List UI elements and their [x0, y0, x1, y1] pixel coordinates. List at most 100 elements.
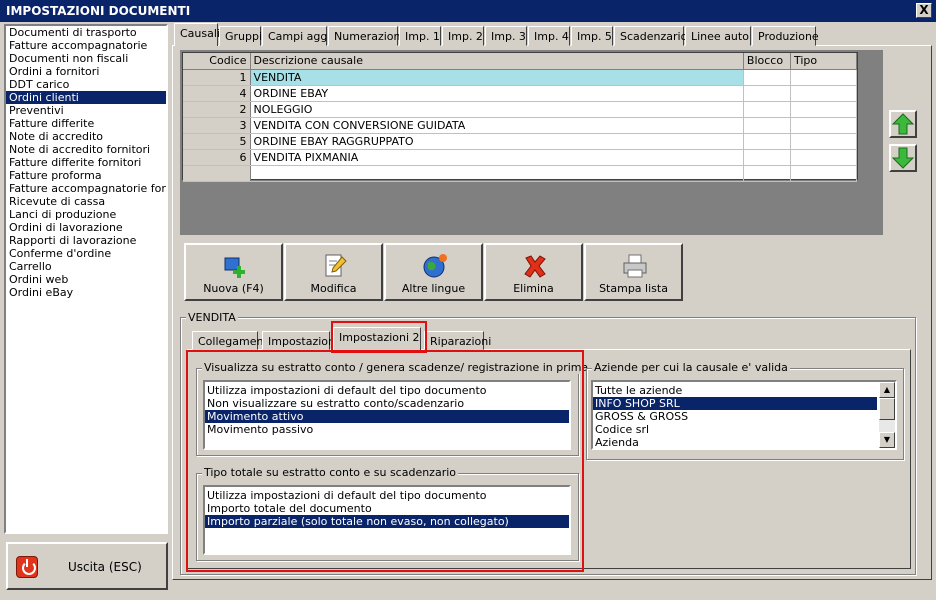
scroll-thumb[interactable]	[879, 398, 895, 420]
block-cell[interactable]	[743, 85, 791, 102]
col-header-type[interactable]: Tipo	[790, 53, 858, 70]
scroll-up-icon[interactable]: ▲	[879, 382, 895, 398]
description-cell[interactable]	[250, 165, 744, 182]
delete-x-icon	[524, 255, 546, 278]
new-button[interactable]: Nuova (F4)	[184, 243, 283, 301]
new-item-icon	[224, 257, 245, 278]
document-type-item[interactable]: Ordini eBay	[6, 286, 166, 299]
languages-button[interactable]: Altre lingue	[384, 243, 483, 301]
tab-numerazioni[interactable]: Numerazioni	[328, 26, 404, 46]
type-cell[interactable]	[790, 149, 858, 166]
document-type-item[interactable]: Fatture differite	[6, 117, 166, 130]
table-row[interactable]: 3 VENDITA CON CONVERSIONE GUIDATA	[183, 117, 858, 134]
block-cell[interactable]	[743, 165, 791, 182]
type-cell[interactable]	[790, 165, 858, 182]
type-cell[interactable]	[790, 133, 858, 150]
description-cell[interactable]: VENDITA	[250, 69, 744, 86]
table-row[interactable]: 6 VENDITA PIXMANIA	[183, 149, 858, 166]
document-type-item[interactable]: Documenti non fiscali	[6, 52, 166, 65]
tab-imp-4[interactable]: Imp. 4	[528, 26, 570, 46]
list-item[interactable]: Azienda	[593, 436, 877, 449]
list-item[interactable]: Codice srl	[593, 423, 877, 436]
col-header-code[interactable]: Codice	[183, 53, 251, 70]
document-type-item[interactable]: Conferme d'ordine	[6, 247, 166, 260]
list-item[interactable]: GROSS & GROSS	[593, 410, 877, 423]
col-header-block[interactable]: Blocco	[743, 53, 791, 70]
exit-button[interactable]: Uscita (ESC)	[6, 542, 168, 590]
document-type-item[interactable]: Note di accredito fornitori	[6, 143, 166, 156]
document-type-item[interactable]: Fatture accompagnatorie fornito	[6, 182, 166, 195]
description-cell[interactable]: ORDINE EBAY RAGGRUPPATO	[250, 133, 744, 150]
highlight-tab-outline	[331, 321, 427, 353]
document-type-item[interactable]: Fatture accompagnatorie	[6, 39, 166, 52]
tab-imp-1[interactable]: Imp. 1	[399, 26, 441, 46]
document-type-item[interactable]: Rapporti di lavorazione	[6, 234, 166, 247]
tab-imp-5[interactable]: Imp. 5	[571, 26, 613, 46]
description-cell[interactable]: VENDITA PIXMANIA	[250, 149, 744, 166]
document-type-item[interactable]: Lanci di produzione	[6, 208, 166, 221]
code-cell: 6	[183, 149, 251, 166]
document-type-item[interactable]: Fatture proforma	[6, 169, 166, 182]
block-cell[interactable]	[743, 69, 791, 86]
document-type-item[interactable]: Ricevute di cassa	[6, 195, 166, 208]
tab-produzione[interactable]: Produzione	[752, 26, 819, 46]
print-list-button-label: Stampa lista	[599, 282, 668, 295]
close-button[interactable]: X	[916, 3, 932, 18]
document-type-item[interactable]: Note di accredito	[6, 130, 166, 143]
block-cell[interactable]	[743, 101, 791, 118]
causali-grid[interactable]: Codice Descrizione causale Blocco Tipo 1…	[182, 52, 858, 182]
type-cell[interactable]	[790, 117, 858, 134]
scroll-down-icon[interactable]: ▼	[879, 432, 895, 448]
table-row[interactable]: 5 ORDINE EBAY RAGGRUPPATO	[183, 133, 858, 150]
table-row[interactable]: 4 ORDINE EBAY	[183, 85, 858, 102]
tab-causali[interactable]: Causali	[174, 23, 220, 46]
move-down-button[interactable]	[889, 144, 917, 172]
document-type-item[interactable]: Ordini di lavorazione	[6, 221, 166, 234]
document-type-item[interactable]: Ordini web	[6, 273, 166, 286]
code-cell	[183, 165, 251, 182]
printer-icon	[623, 254, 647, 278]
delete-button[interactable]: Elimina	[484, 243, 583, 301]
tab-linee-auto[interactable]: Linee auto	[685, 26, 751, 46]
document-type-item[interactable]: Fatture differite fornitori	[6, 156, 166, 169]
tab-imp-2[interactable]: Imp. 2	[442, 26, 484, 46]
edit-button[interactable]: Modifica	[284, 243, 383, 301]
document-type-item[interactable]: Ordini a fornitori	[6, 65, 166, 78]
detail-group-title: VENDITA	[186, 311, 238, 324]
block-cell[interactable]	[743, 149, 791, 166]
document-type-item[interactable]: DDT carico	[6, 78, 166, 91]
tab-gruppi[interactable]: Gruppi	[219, 26, 262, 46]
detail-tab-riparazioni[interactable]: Riparazioni	[424, 331, 491, 350]
type-cell[interactable]	[790, 85, 858, 102]
table-row[interactable]: 2 NOLEGGIO	[183, 101, 858, 118]
block-cell[interactable]	[743, 133, 791, 150]
table-row-empty[interactable]	[183, 165, 858, 182]
table-row[interactable]: 1 VENDITA	[183, 69, 858, 86]
arrow-down-icon	[891, 147, 915, 169]
companies-scrollbar[interactable]: ▲ ▼	[879, 382, 895, 448]
tab-campi-agg[interactable]: Campi agg.	[262, 26, 331, 46]
print-list-button[interactable]: Stampa lista	[584, 243, 683, 301]
description-cell[interactable]: ORDINE EBAY	[250, 85, 744, 102]
detail-tab-impostazioni[interactable]: Impostazioni	[262, 331, 338, 350]
languages-button-label: Altre lingue	[401, 282, 466, 295]
new-button-label: Nuova (F4)	[203, 282, 264, 295]
move-up-button[interactable]	[889, 110, 917, 138]
description-cell[interactable]: NOLEGGIO	[250, 101, 744, 118]
description-cell[interactable]: VENDITA CON CONVERSIONE GUIDATA	[250, 117, 744, 134]
type-cell[interactable]	[790, 69, 858, 86]
document-type-item[interactable]: Preventivi	[6, 104, 166, 117]
list-item[interactable]: INFO SHOP SRL	[593, 397, 877, 410]
list-item[interactable]: Tutte le aziende	[593, 384, 877, 397]
detail-tab-collegamenti[interactable]: Collegamenti	[192, 331, 271, 350]
tab-imp-3[interactable]: Imp. 3	[485, 26, 527, 46]
col-header-description[interactable]: Descrizione causale	[250, 53, 744, 70]
document-type-item[interactable]: Documenti di trasporto	[6, 26, 166, 39]
document-type-list[interactable]: Documenti di trasporto Fatture accompagna…	[4, 24, 168, 534]
document-type-item[interactable]: Carrello	[6, 260, 166, 273]
document-type-item[interactable]: Ordini clienti	[6, 91, 166, 104]
tab-scadenzario[interactable]: Scadenzario	[614, 26, 687, 46]
type-cell[interactable]	[790, 101, 858, 118]
companies-listbox[interactable]: Tutte le aziende INFO SHOP SRL GROSS & GRO…	[591, 380, 897, 450]
block-cell[interactable]	[743, 117, 791, 134]
